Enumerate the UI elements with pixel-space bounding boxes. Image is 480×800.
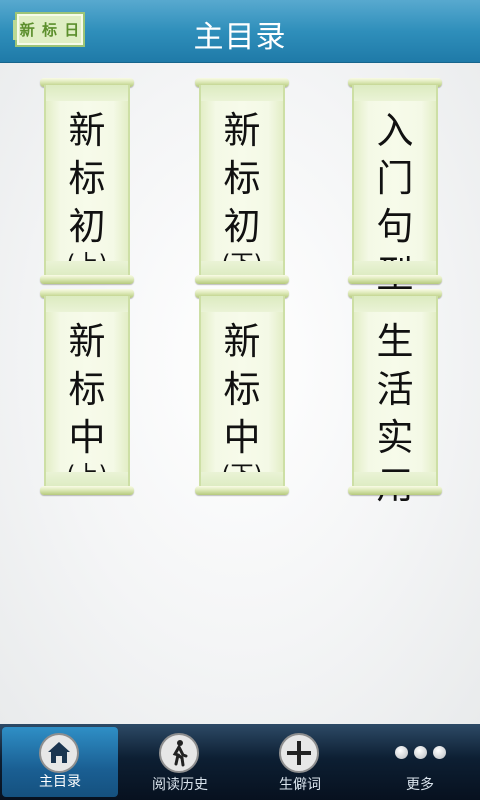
- book-scroll-rumen-juxing[interactable]: 入 门 句 型: [348, 78, 442, 296]
- book-title-char: 初: [223, 205, 261, 248]
- tab-label: 阅读历史: [152, 777, 208, 793]
- book-scroll-xinbiao-chu-shang[interactable]: 新 标 初 (上): [40, 78, 134, 284]
- book-title: 入 门 句 型: [354, 107, 436, 299]
- tab-reading-history[interactable]: 阅读历史: [120, 724, 240, 800]
- scroll-rod-bottom: [40, 486, 134, 495]
- tab-label: 生僻词: [279, 777, 321, 793]
- book-title-char: 实: [376, 416, 414, 459]
- book-title-char: 中: [223, 416, 261, 459]
- book-title-char: 新: [223, 109, 261, 152]
- book-scroll-shenghuo-shiyong[interactable]: 生 活 实 用: [348, 289, 442, 507]
- book-title-char: 新: [68, 109, 106, 152]
- book-title-char: 活: [376, 368, 414, 411]
- book-title-char: 生: [376, 320, 414, 363]
- book-title-char: 标: [223, 157, 261, 200]
- tab-rare-words[interactable]: 生僻词: [240, 724, 360, 800]
- book-title-char: 标: [68, 157, 106, 200]
- book-scroll-xinbiao-chu-xia[interactable]: 新 标 初 (下): [195, 78, 289, 284]
- tab-label: 主目录: [39, 774, 81, 790]
- page-title: 主目录: [193, 20, 287, 55]
- bottom-tab-bar: 主目录 阅读历史 生僻词 更多: [0, 724, 480, 800]
- book-title-char: 标: [68, 368, 106, 411]
- scroll-rod-bottom: [195, 275, 289, 284]
- scroll-paper: 新 标 初 (下): [199, 85, 285, 277]
- scroll-paper: 新 标 中 (下): [199, 296, 285, 488]
- book-title-char: 新: [223, 320, 261, 363]
- book-volume-label: (上): [66, 462, 108, 488]
- home-icon: [39, 733, 79, 773]
- more-dots-icon: [395, 746, 447, 760]
- scroll-paper: 新 标 中 (上): [44, 296, 130, 488]
- book-title-char: 新: [68, 320, 106, 363]
- book-title: 新 标 中 (下): [201, 318, 283, 488]
- tab-label: 更多: [406, 777, 434, 793]
- book-title: 生 活 实 用: [354, 318, 436, 510]
- scroll-paper: 生 活 实 用: [352, 296, 438, 507]
- header-bar: 新 标 日 主目录: [0, 0, 480, 63]
- tab-more[interactable]: 更多: [360, 724, 480, 800]
- book-title: 新 标 初 (下): [201, 107, 283, 277]
- book-title: 新 标 中 (上): [46, 318, 128, 488]
- scroll-rod-bottom: [348, 486, 442, 495]
- book-title-char: 门: [376, 157, 414, 200]
- book-scroll-xinbiao-zhong-shang[interactable]: 新 标 中 (上): [40, 289, 134, 495]
- book-scroll-xinbiao-zhong-xia[interactable]: 新 标 中 (下): [195, 289, 289, 495]
- scroll-rod-bottom: [348, 275, 442, 284]
- scroll-paper: 新 标 初 (上): [44, 85, 130, 277]
- scroll-rod-bottom: [195, 486, 289, 495]
- book-title-char: 句: [376, 205, 414, 248]
- book-title-char: 中: [68, 416, 106, 459]
- book-title: 新 标 初 (上): [46, 107, 128, 277]
- book-volume-label: (上): [66, 251, 108, 277]
- book-volume-label: (下): [221, 462, 263, 488]
- scroll-paper: 入 门 句 型: [352, 85, 438, 296]
- scroll-rod-bottom: [40, 275, 134, 284]
- plus-icon: [279, 733, 319, 773]
- book-title-char: 标: [223, 368, 261, 411]
- book-volume-label: (下): [221, 251, 263, 277]
- book-title-char: 入: [376, 109, 414, 152]
- tab-main-menu[interactable]: 主目录: [2, 727, 118, 797]
- book-grid: 新 标 初 (上) 新 标 初 (下) 入 门 句 型: [0, 63, 480, 724]
- walking-person-icon: [159, 733, 199, 773]
- book-title-char: 初: [68, 205, 106, 248]
